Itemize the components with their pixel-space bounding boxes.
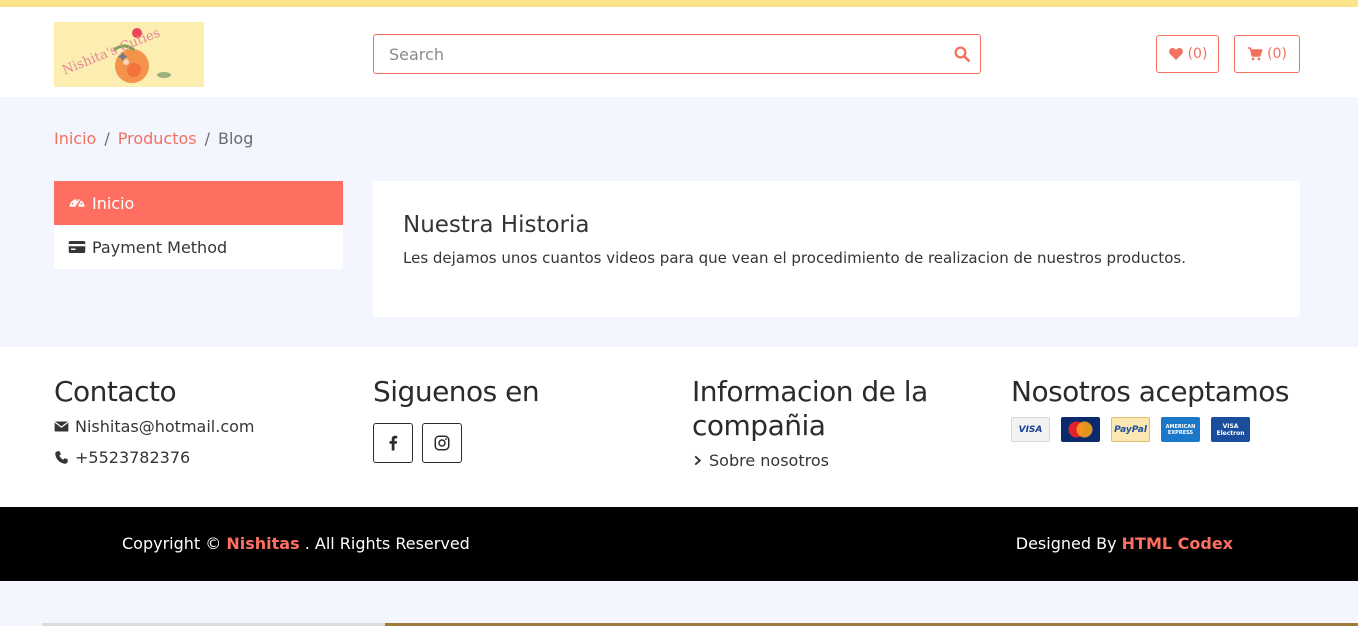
footer-payments: Nosotros aceptamos VISA PayPal AMERICAN … [1011, 375, 1301, 442]
header: Nishita's Cuties Search (0) (0) [0, 7, 1358, 97]
cart-count: (0) [1267, 46, 1287, 62]
dashboard-icon [69, 199, 85, 208]
footer-contact: Contacto Nishitas@hotmail.com +552378237… [54, 375, 344, 467]
content-text: Les dejamos unos cuantos videos para que… [403, 249, 1187, 267]
content-panel: Nuestra Historia Les dejamos unos cuanto… [373, 181, 1300, 317]
footer-contact-title: Contacto [54, 375, 177, 408]
copyright-prefix: Copyright © [122, 534, 222, 553]
instagram-icon [434, 435, 450, 451]
breadcrumb-blog: Blog [218, 129, 254, 148]
wishlist-button[interactable]: (0) [1156, 35, 1219, 73]
designed-by-text: Designed By HTML Codex [1016, 534, 1233, 553]
phone-icon [55, 451, 68, 464]
logo[interactable]: Nishita's Cuties [54, 22, 204, 87]
copyright-text: Copyright © Nishitas . All Rights Reserv… [122, 534, 470, 553]
heart-icon [1168, 48, 1183, 60]
footer-social: Siguenos en [373, 375, 663, 463]
footer-payments-title: Nosotros aceptamos [1011, 375, 1289, 408]
search-input[interactable]: Search [373, 34, 981, 74]
facebook-icon [389, 435, 398, 451]
mastercard-icon [1061, 417, 1100, 442]
sidebar-item-inicio[interactable]: Inicio [54, 181, 343, 225]
facebook-button[interactable] [373, 423, 413, 463]
sidebar: Inicio Payment Method [54, 181, 343, 269]
cart-button[interactable]: (0) [1234, 35, 1300, 73]
breadcrumb-separator: / [204, 129, 210, 148]
instagram-button[interactable] [422, 423, 462, 463]
sidebar-item-label: Payment Method [92, 237, 228, 257]
credit-card-icon [68, 241, 86, 253]
breadcrumb-separator: / [104, 129, 110, 148]
contact-email[interactable]: Nishitas@hotmail.com [54, 417, 344, 436]
visa-electron-card-icon: VISA Electron [1211, 417, 1250, 442]
sidebar-item-label: Inicio [92, 193, 135, 213]
wishlist-count: (0) [1187, 46, 1208, 62]
footer-social-title: Siguenos en [373, 375, 540, 408]
footer-company: Informacion de la compañia Sobre nosotro… [692, 375, 962, 470]
contact-phone-text: +5523782376 [75, 448, 191, 467]
amex-card-icon: AMERICAN EXPRESS [1161, 417, 1200, 442]
footer: Contacto Nishitas@hotmail.com +552378237… [0, 347, 1358, 507]
contact-phone[interactable]: +5523782376 [54, 448, 344, 467]
paypal-card-icon: PayPal [1111, 417, 1150, 442]
designed-prefix: Designed By [1015, 534, 1117, 553]
footer-link-label: Sobre nosotros [709, 451, 829, 470]
search-placeholder: Search [389, 45, 444, 64]
breadcrumb-inicio[interactable]: Inicio [54, 129, 96, 148]
top-accent-bar [0, 0, 1358, 7]
envelope-icon [54, 421, 69, 432]
visa-card-icon: VISA [1011, 417, 1050, 442]
content-title: Nuestra Historia [403, 212, 590, 238]
contact-email-text: Nishitas@hotmail.com [75, 417, 255, 436]
breadcrumb-productos[interactable]: Productos [118, 129, 197, 148]
copyright-bar: Copyright © Nishitas . All Rights Reserv… [0, 507, 1358, 581]
copyright-suffix: . All Rights Reserved [304, 534, 470, 553]
breadcrumb: Inicio / Productos / Blog [54, 129, 253, 148]
chevron-right-icon [694, 455, 702, 466]
copyright-brand-link[interactable]: Nishitas [226, 534, 299, 553]
footer-link-sobre-nosotros[interactable]: Sobre nosotros [692, 451, 962, 470]
sidebar-item-payment-method[interactable]: Payment Method [54, 225, 343, 269]
designer-link[interactable]: HTML Codex [1122, 534, 1233, 553]
cart-icon [1247, 47, 1263, 61]
search-icon[interactable] [953, 45, 971, 63]
footer-company-title: Informacion de la compañia [692, 375, 928, 442]
